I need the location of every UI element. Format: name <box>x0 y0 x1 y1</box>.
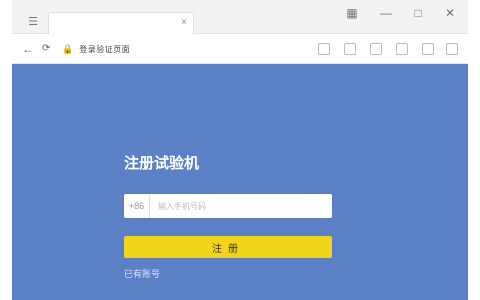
back-button[interactable]: ← <box>22 42 34 56</box>
lock-icon: 🔒 <box>62 43 74 54</box>
download-icon[interactable] <box>370 43 382 55</box>
page-content: 注册试验机 +86 注册 已有账号 <box>12 64 468 300</box>
phone-input[interactable] <box>150 201 330 211</box>
reload-button[interactable]: ⟳ <box>42 43 50 54</box>
settings-icon[interactable] <box>422 43 434 55</box>
title-bar: ☰ × ▦ — □ ✕ <box>12 0 468 34</box>
submit-button[interactable]: 注册 <box>124 236 332 258</box>
maximize-button[interactable]: □ <box>410 6 426 20</box>
login-link[interactable]: 已有账号 <box>124 267 160 280</box>
minimize-button[interactable]: — <box>378 6 394 20</box>
browser-tab[interactable]: × <box>48 12 194 34</box>
window-menu-icon[interactable]: ▦ <box>344 6 360 20</box>
phone-field: +86 <box>124 194 332 218</box>
country-code-prefix[interactable]: +86 <box>124 194 150 218</box>
close-window-button[interactable]: ✕ <box>442 6 458 20</box>
browser-window: ☰ × ▦ — □ ✕ ← ⟳ 🔒 登录验证页面 注册试验机 +86 输入手机号… <box>12 0 468 300</box>
more-icon[interactable] <box>446 43 458 55</box>
history-icon[interactable] <box>396 43 408 55</box>
navigation-bar: ← ⟳ 🔒 登录验证页面 <box>12 34 468 64</box>
extension-icon[interactable] <box>344 43 356 55</box>
page-title: 注册试验机 <box>124 155 200 172</box>
address-url: 登录验证页面 <box>79 44 131 54</box>
screen: ☰ × ▦ — □ ✕ ← ⟳ 🔒 登录验证页面 注册试验机 +86 输入手机号… <box>0 0 480 300</box>
bookmark-icon[interactable] <box>318 43 330 55</box>
browser-menu-icon[interactable]: ☰ <box>26 14 40 28</box>
tab-close-icon[interactable]: × <box>181 17 187 28</box>
address-bar[interactable]: 🔒 登录验证页面 <box>62 40 302 58</box>
